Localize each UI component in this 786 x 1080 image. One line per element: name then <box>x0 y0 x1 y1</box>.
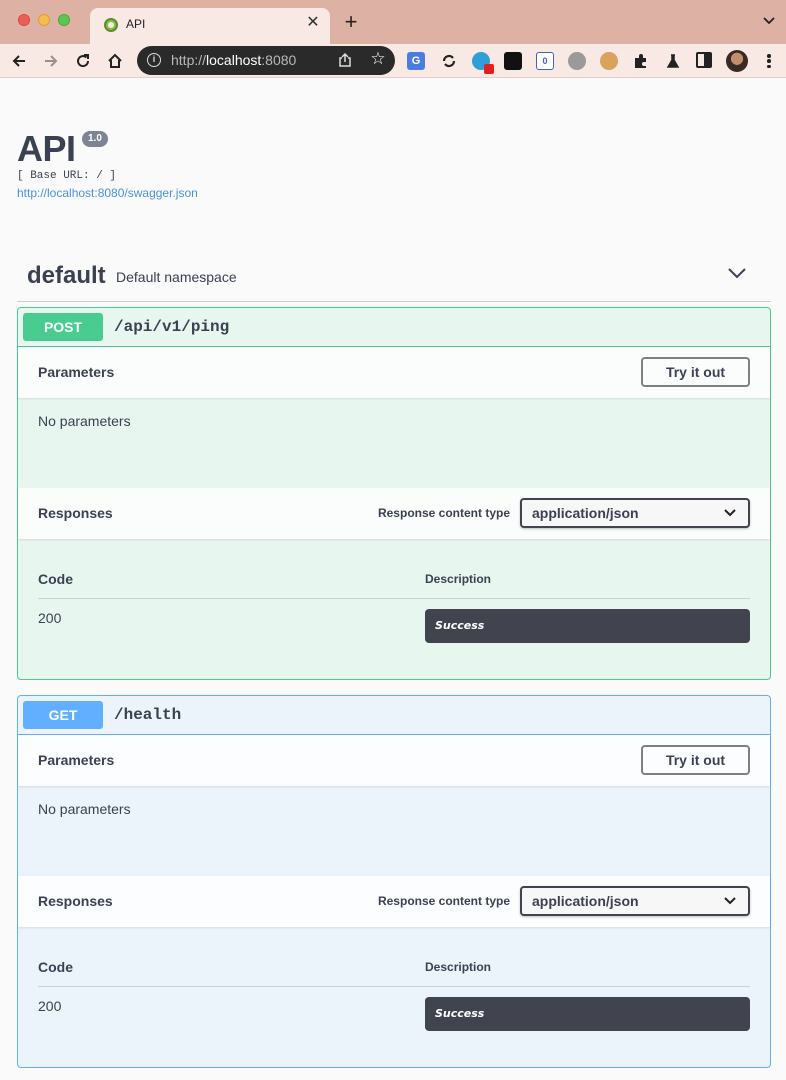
new-tab-button[interactable]: + <box>340 11 362 34</box>
responses-header: Responses Response content type applicat… <box>18 488 770 539</box>
tag-name: default <box>27 262 106 289</box>
operation-summary[interactable]: GET /health <box>18 696 770 735</box>
version-badge: 1.0 <box>82 131 108 147</box>
api-title: API <box>17 128 76 169</box>
operation-summary[interactable]: POST /api/v1/ping <box>18 308 770 347</box>
responses-title: Responses <box>38 893 113 909</box>
chevron-down-icon[interactable] <box>727 266 747 280</box>
parameters-title: Parameters <box>38 752 115 768</box>
address-bar[interactable]: i http://localhost:8080 ☆ <box>137 46 395 75</box>
site-info-icon[interactable]: i <box>147 53 161 67</box>
tab-title: API <box>126 17 146 31</box>
responses-header: Responses Response content type applicat… <box>18 876 770 927</box>
back-arrow-icon <box>12 55 25 67</box>
forward-arrow-icon <box>45 55 58 67</box>
tag-description: Default namespace <box>116 269 237 285</box>
browser-titlebar: API ✕ + <box>0 0 786 44</box>
close-window-button[interactable] <box>18 14 30 26</box>
chevron-down-icon <box>724 897 736 905</box>
response-description: Success <box>435 1007 485 1020</box>
clapper-icon[interactable] <box>504 52 522 70</box>
table-divider <box>38 598 750 599</box>
bookmark-star-icon[interactable]: ☆ <box>369 50 387 68</box>
home-icon <box>108 53 122 68</box>
responses-title: Responses <box>38 505 113 521</box>
no-parameters-text: No parameters <box>38 413 131 429</box>
tab-close-icon[interactable]: ✕ <box>304 14 322 32</box>
share-icon[interactable] <box>337 52 353 68</box>
swagger-json-link[interactable]: http://localhost:8080/swagger.json <box>17 186 198 200</box>
description-column-header: Description <box>425 572 492 586</box>
response-code: 200 <box>38 998 62 1014</box>
camera-icon[interactable] <box>568 52 586 70</box>
url-text[interactable]: http://localhost:8080 <box>171 52 296 68</box>
response-content-type-select[interactable]: application/json <box>520 886 750 916</box>
response-description-box: Success <box>425 609 750 643</box>
response-content-type-select[interactable]: application/json <box>520 498 750 528</box>
operation-post-ping: POST /api/v1/ping Parameters Try it out … <box>17 307 771 680</box>
response-description: Success <box>435 619 485 632</box>
edge-icon[interactable] <box>472 52 494 74</box>
browser-tab[interactable]: API ✕ <box>90 8 330 44</box>
response-description-box: Success <box>425 997 750 1031</box>
operation-get-health: GET /health Parameters Try it out No par… <box>17 695 771 1068</box>
reload-button[interactable] <box>71 49 95 73</box>
favicon-icon <box>104 18 118 32</box>
cookie-icon[interactable] <box>600 52 618 70</box>
base-url: [ Base URL: / ] <box>17 170 117 182</box>
sidebar-icon[interactable] <box>696 52 712 68</box>
translate-icon[interactable]: G <box>407 52 425 70</box>
minimize-window-button[interactable] <box>38 14 50 26</box>
parameters-header: Parameters Try it out <box>18 347 770 398</box>
badge-icon[interactable]: 0 <box>536 52 554 70</box>
response-code: 200 <box>38 610 62 626</box>
parameters-title: Parameters <box>38 364 115 380</box>
selected-content-type: application/json <box>532 505 639 521</box>
method-badge: POST <box>23 313 103 341</box>
method-badge: GET <box>23 701 103 729</box>
no-parameters-text: No parameters <box>38 801 131 817</box>
operation-path: /api/v1/ping <box>114 318 230 336</box>
response-content-type-label: Response content type <box>377 894 510 908</box>
parameters-header: Parameters Try it out <box>18 735 770 786</box>
profile-avatar[interactable] <box>726 50 748 72</box>
tag-section-header[interactable]: default Default namespace <box>17 254 771 302</box>
chevron-down-icon <box>724 509 736 517</box>
code-column-header: Code <box>38 571 73 587</box>
browser-menu-icon[interactable] <box>762 52 776 70</box>
try-it-out-button[interactable]: Try it out <box>641 357 750 387</box>
flask-icon[interactable] <box>664 52 682 70</box>
response-content-type-label: Response content type <box>377 506 510 520</box>
forward-button[interactable] <box>39 49 63 73</box>
try-it-out-button[interactable]: Try it out <box>641 745 750 775</box>
home-button[interactable] <box>103 49 127 73</box>
description-column-header: Description <box>425 960 492 974</box>
puzzle-icon[interactable] <box>632 52 650 70</box>
browser-toolbar: i http://localhost:8080 ☆ G 0 <box>0 44 786 78</box>
selected-content-type: application/json <box>532 893 639 909</box>
sync-icon[interactable] <box>440 52 458 70</box>
tab-search-chevron-icon[interactable] <box>762 14 776 28</box>
reload-icon <box>77 54 90 68</box>
zoom-window-button[interactable] <box>58 14 70 26</box>
table-divider <box>38 986 750 987</box>
back-button[interactable] <box>7 49 31 73</box>
operation-path: /health <box>114 706 182 724</box>
code-column-header: Code <box>38 959 73 975</box>
